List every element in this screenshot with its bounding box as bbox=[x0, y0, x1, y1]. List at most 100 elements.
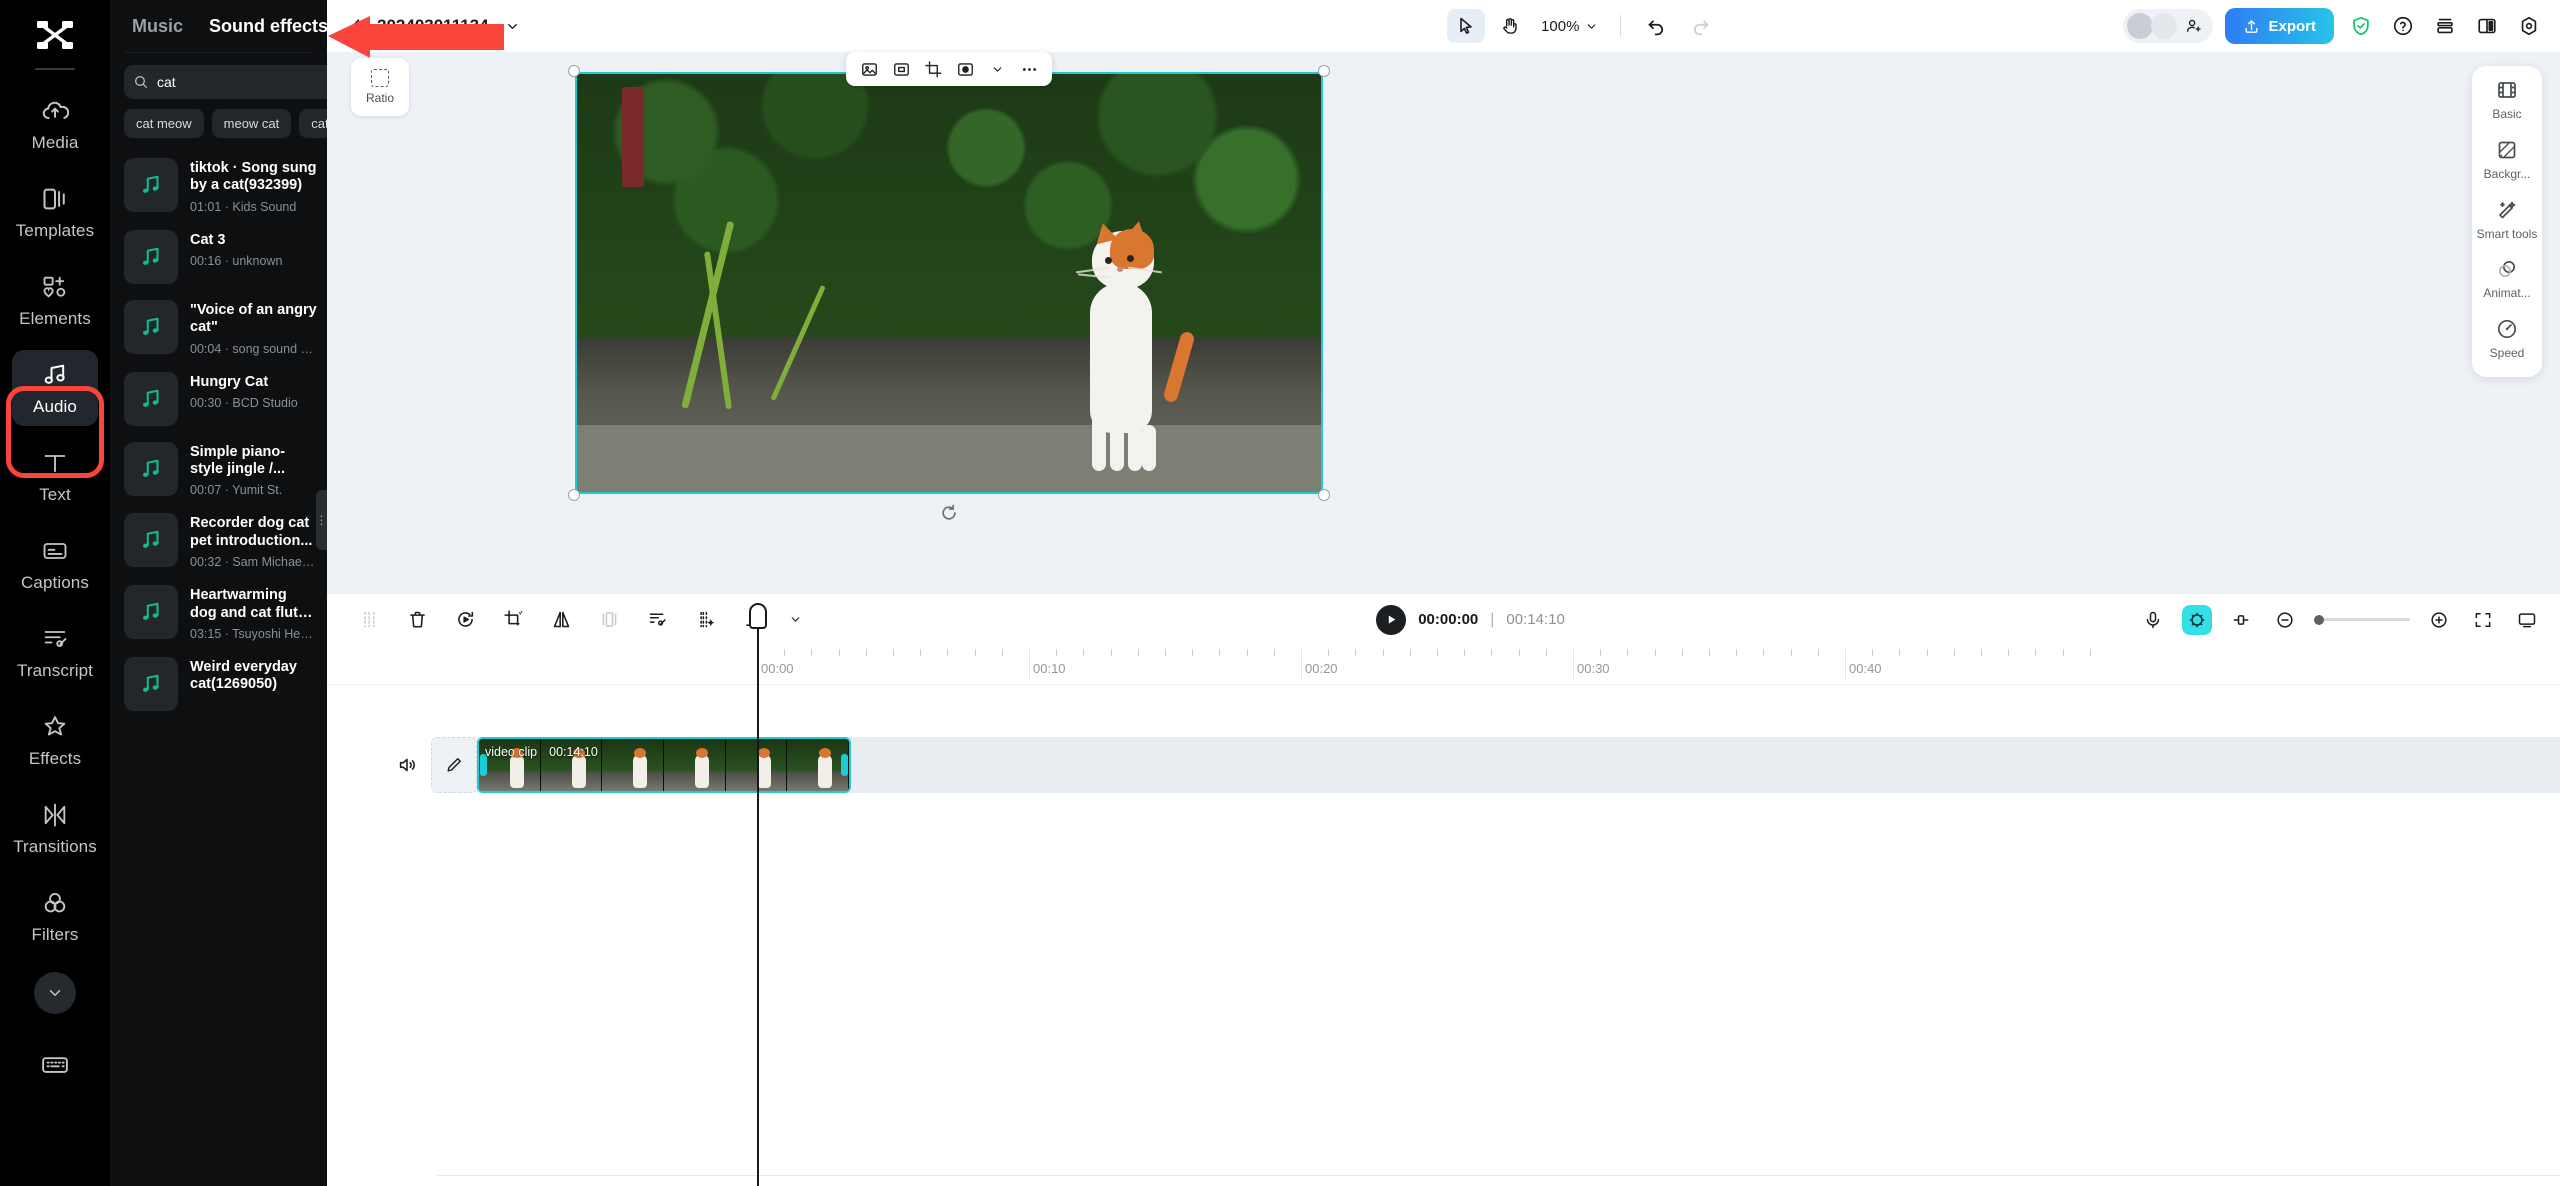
chevron-down-icon[interactable] bbox=[505, 19, 520, 34]
right-tool-basic[interactable]: Basic bbox=[2472, 78, 2542, 122]
preview-icon[interactable] bbox=[2512, 605, 2542, 635]
sidebar-item-filters[interactable]: Filters bbox=[12, 878, 98, 954]
reverse-icon[interactable] bbox=[451, 606, 479, 634]
tab-music[interactable]: Music bbox=[132, 16, 183, 37]
enhance-icon[interactable] bbox=[691, 606, 719, 634]
mix-icon[interactable] bbox=[2226, 605, 2256, 635]
zoom-out-button[interactable] bbox=[2270, 605, 2300, 635]
chevron-down-icon[interactable] bbox=[982, 55, 1012, 83]
sidebar-more-button[interactable] bbox=[34, 972, 76, 1014]
list-item[interactable]: tiktok · Song sung by a cat(932399) 01:01… bbox=[110, 150, 327, 222]
search-box[interactable] bbox=[124, 65, 327, 99]
list-item[interactable]: Weird everyday cat(1269050) bbox=[110, 649, 327, 719]
zoom-in-button[interactable] bbox=[2424, 605, 2454, 635]
slider-knob[interactable] bbox=[2314, 614, 2324, 625]
right-tool-animation[interactable]: Animat... bbox=[2472, 257, 2542, 301]
ruler-minor-tick bbox=[920, 649, 922, 656]
chip-cat-meow[interactable]: cat meow bbox=[124, 109, 204, 138]
search-suggestion-chips: cat meow meow cat cat scream bbox=[110, 99, 327, 138]
right-tool-background[interactable]: Backgr... bbox=[2472, 138, 2542, 182]
layers-icon[interactable] bbox=[2430, 11, 2460, 41]
crop-icon[interactable] bbox=[918, 55, 948, 83]
chevron-down-icon[interactable] bbox=[787, 606, 803, 634]
list-item[interactable]: Heartwarming dog and cat flute BGM... 03:… bbox=[110, 577, 327, 649]
play-button[interactable] bbox=[1376, 604, 1407, 635]
collaborators-button[interactable] bbox=[2123, 9, 2214, 43]
playhead[interactable] bbox=[749, 603, 767, 1186]
fit-frame-icon[interactable] bbox=[886, 55, 916, 83]
sound-effect-list[interactable]: tiktok · Song sung by a cat(932399) 01:01… bbox=[110, 150, 327, 1186]
rotate-handle[interactable] bbox=[938, 502, 960, 524]
chip-cat-scream[interactable]: cat scream bbox=[299, 109, 327, 138]
redo-button[interactable] bbox=[1681, 9, 1719, 43]
speaker-icon[interactable] bbox=[393, 751, 421, 779]
image-fill-icon[interactable] bbox=[854, 55, 884, 83]
undo-button[interactable] bbox=[1637, 9, 1675, 43]
transcript-cut-icon[interactable] bbox=[643, 606, 671, 634]
search-input[interactable] bbox=[157, 74, 327, 90]
settings-gear-icon[interactable] bbox=[2514, 11, 2544, 41]
sidebar-item-effects[interactable]: Effects bbox=[12, 702, 98, 778]
sidebar-item-transitions[interactable]: Transitions bbox=[12, 790, 98, 866]
list-item[interactable]: Hungry Cat 00:30 · BCD Studio bbox=[110, 364, 327, 434]
panel-resize-handle[interactable]: ⋮ bbox=[316, 490, 327, 550]
split-marker-icon[interactable] bbox=[355, 606, 383, 634]
microphone-icon[interactable] bbox=[2138, 605, 2168, 635]
resize-handle-top-left[interactable] bbox=[568, 65, 580, 77]
select-tool-button[interactable] bbox=[1447, 9, 1486, 43]
resize-handle-top-right[interactable] bbox=[1318, 65, 1330, 77]
timeline-zoom-slider[interactable] bbox=[2314, 614, 2410, 625]
split-view-icon[interactable] bbox=[2472, 11, 2502, 41]
sidebar-item-media[interactable]: Media bbox=[12, 86, 98, 162]
ruler-minor-tick bbox=[1491, 649, 1493, 656]
mirror-icon[interactable] bbox=[547, 606, 575, 634]
delete-icon[interactable] bbox=[403, 606, 431, 634]
zoom-level-selector[interactable]: 100% bbox=[1535, 18, 1604, 35]
pencil-icon bbox=[447, 758, 461, 772]
timeline-body[interactable]: video clip 00:14:10 bbox=[327, 685, 2560, 1186]
freeze-frame-icon[interactable] bbox=[595, 606, 623, 634]
track-subtitle: 03:15 · Tsuyoshi Henna bbox=[190, 626, 317, 641]
list-item[interactable]: Simple piano-style jingle /... 00:07 · Yu… bbox=[110, 434, 327, 506]
auto-cut-icon[interactable] bbox=[2182, 604, 2212, 635]
keyboard-shortcuts-button[interactable] bbox=[38, 1048, 72, 1082]
capcut-logo-icon[interactable] bbox=[27, 14, 83, 60]
video-preview[interactable] bbox=[575, 72, 1323, 494]
topbar-left: 202403011134 bbox=[343, 13, 1043, 39]
sidebar-item-captions[interactable]: Captions bbox=[12, 526, 98, 602]
export-button[interactable]: Export bbox=[2225, 8, 2334, 44]
ratio-button[interactable]: Ratio bbox=[351, 58, 409, 116]
shield-check-icon[interactable] bbox=[2346, 11, 2376, 41]
resize-handle-bottom-left[interactable] bbox=[568, 489, 580, 501]
timeline[interactable]: 00:00 00:10 00:20 00:30 00:40 video clip… bbox=[327, 603, 2560, 1186]
sidebar-item-transcript[interactable]: Transcript bbox=[12, 614, 98, 690]
help-icon[interactable] bbox=[2388, 11, 2418, 41]
sidebar-item-text[interactable]: Text bbox=[12, 438, 98, 514]
right-tool-speed[interactable]: Speed bbox=[2472, 317, 2542, 361]
video-selection[interactable] bbox=[568, 52, 1330, 520]
ruler-minor-tick bbox=[974, 649, 976, 656]
list-item[interactable]: "Voice of an angry cat" 00:04 · song soun… bbox=[110, 292, 327, 364]
edit-track-button[interactable] bbox=[431, 737, 477, 793]
list-item[interactable]: Cat 3 00:16 · unknown bbox=[110, 222, 327, 292]
video-clip[interactable]: video clip 00:14:10 bbox=[477, 737, 851, 793]
fullscreen-icon[interactable] bbox=[2468, 605, 2498, 635]
back-arrow-icon[interactable] bbox=[343, 13, 369, 39]
chip-meow-cat[interactable]: meow cat bbox=[211, 109, 292, 138]
resize-handle-bottom-right[interactable] bbox=[1318, 489, 1330, 501]
sidebar-item-elements[interactable]: Elements bbox=[12, 262, 98, 338]
hand-tool-button[interactable] bbox=[1491, 9, 1529, 43]
slider-track[interactable] bbox=[2314, 614, 2410, 625]
tab-sound-effects[interactable]: Sound effects bbox=[209, 16, 327, 37]
right-tool-smart-tools[interactable]: Smart tools bbox=[2472, 198, 2542, 242]
clip-trim-right[interactable] bbox=[841, 754, 848, 776]
timeline-ruler[interactable]: 00:00 00:10 00:20 00:30 00:40 bbox=[327, 645, 2560, 685]
crop-icon[interactable] bbox=[499, 606, 527, 634]
video-lane[interactable]: video clip 00:14:10 bbox=[477, 737, 2560, 793]
sidebar-item-templates[interactable]: Templates bbox=[12, 174, 98, 250]
playhead-knob[interactable] bbox=[749, 603, 767, 629]
more-dots-icon[interactable] bbox=[1014, 55, 1044, 83]
mask-icon[interactable] bbox=[950, 55, 980, 83]
list-item[interactable]: Recorder dog cat pet introduction... 00:3… bbox=[110, 505, 327, 577]
sidebar-item-audio[interactable]: Audio bbox=[12, 350, 98, 426]
